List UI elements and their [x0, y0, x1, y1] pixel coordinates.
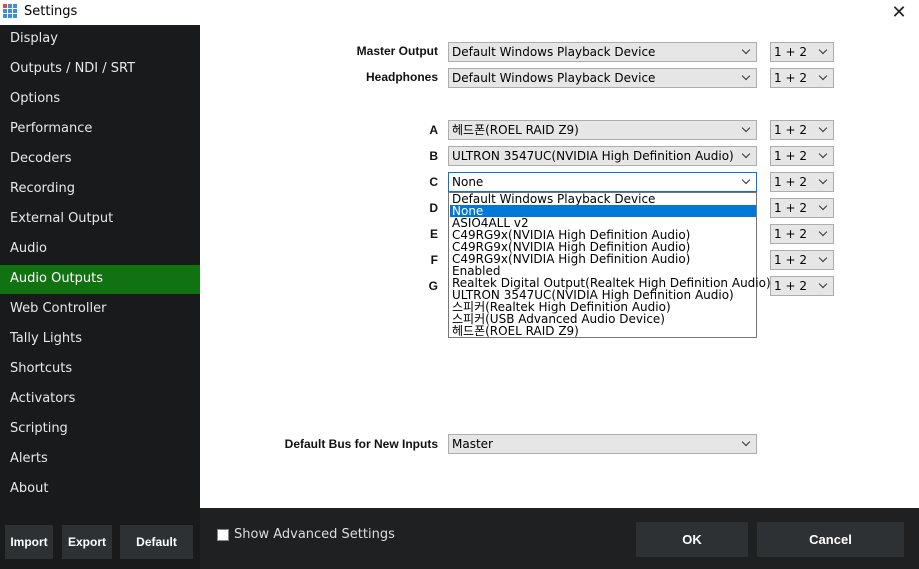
- sidebar-item-tally-lights[interactable]: Tally Lights: [0, 325, 200, 354]
- bus-a-label: A: [429, 123, 438, 137]
- sidebar-item-performance[interactable]: Performance: [0, 115, 200, 144]
- sidebar: Display Outputs / NDI / SRT Options Perf…: [0, 25, 200, 569]
- chevron-down-icon: [818, 199, 830, 217]
- sidebar-item-web-controller[interactable]: Web Controller: [0, 295, 200, 324]
- dropdown-option[interactable]: Default Windows Playback Device: [450, 193, 756, 205]
- bus-a-channels-value: 1 + 2: [774, 123, 807, 137]
- bus-c-channels-select[interactable]: 1 + 2: [770, 172, 834, 192]
- bus-b-channels-select[interactable]: 1 + 2: [770, 146, 834, 166]
- sidebar-item-shortcuts[interactable]: Shortcuts: [0, 355, 200, 384]
- sidebar-item-alerts[interactable]: Alerts: [0, 445, 200, 474]
- sidebar-item-outputs[interactable]: Outputs / NDI / SRT: [0, 55, 200, 84]
- bus-f-channels-select[interactable]: 1 + 2: [770, 250, 834, 270]
- show-advanced-label: Show Advanced Settings: [234, 527, 395, 542]
- bus-c-value: None: [452, 175, 484, 189]
- bus-c-channels-value: 1 + 2: [774, 175, 807, 189]
- chevron-down-icon: [741, 121, 753, 139]
- chevron-down-icon: [741, 43, 753, 61]
- ok-button[interactable]: OK: [636, 522, 748, 557]
- chevron-down-icon: [818, 121, 830, 139]
- dropdown-option[interactable]: 헤드폰(ROEL RAID Z9): [450, 325, 756, 337]
- bus-g-channels-select[interactable]: 1 + 2: [770, 276, 834, 296]
- sidebar-item-activators[interactable]: Activators: [0, 385, 200, 414]
- master-output-label: Master Output: [356, 44, 438, 58]
- bus-e-label: E: [429, 227, 438, 241]
- bus-b-channels-value: 1 + 2: [774, 149, 807, 163]
- sidebar-item-scripting[interactable]: Scripting: [0, 415, 200, 444]
- bus-g-channels-value: 1 + 2: [774, 279, 807, 293]
- bus-a-select[interactable]: 헤드폰(ROEL RAID Z9): [448, 120, 757, 140]
- headphones-channels-value: 1 + 2: [774, 71, 807, 85]
- settings-window: Settings ✕ Display Outputs / NDI / SRT O…: [0, 0, 919, 569]
- title-bar: Settings ✕: [0, 0, 919, 25]
- bus-a-value: 헤드폰(ROEL RAID Z9): [452, 123, 579, 137]
- bus-c-select[interactable]: None: [448, 172, 757, 192]
- chevron-down-icon: [818, 277, 830, 295]
- bus-c-label: C: [429, 175, 438, 189]
- sidebar-item-display[interactable]: Display: [0, 25, 200, 54]
- master-output-select[interactable]: Default Windows Playback Device: [448, 42, 757, 62]
- headphones-value: Default Windows Playback Device: [452, 71, 656, 85]
- sidebar-item-audio-outputs[interactable]: Audio Outputs: [0, 265, 200, 294]
- headphones-channels-select[interactable]: 1 + 2: [770, 68, 834, 88]
- cancel-button[interactable]: Cancel: [757, 522, 904, 557]
- bus-d-channels-value: 1 + 2: [774, 201, 807, 215]
- chevron-down-icon: [741, 435, 753, 453]
- default-bus-value: Master: [452, 437, 493, 451]
- bus-g-label: G: [428, 279, 438, 293]
- sidebar-item-about[interactable]: About: [0, 475, 200, 504]
- bus-b-select[interactable]: ULTRON 3547UC(NVIDIA High Definition Aud…: [448, 146, 757, 166]
- master-channels-value: 1 + 2: [774, 45, 807, 59]
- sidebar-item-recording[interactable]: Recording: [0, 175, 200, 204]
- bus-e-channels-value: 1 + 2: [774, 227, 807, 241]
- master-channels-select[interactable]: 1 + 2: [770, 42, 834, 62]
- chevron-down-icon: [741, 69, 753, 87]
- import-button[interactable]: Import: [5, 525, 53, 559]
- sidebar-item-options[interactable]: Options: [0, 85, 200, 114]
- close-icon[interactable]: ✕: [879, 0, 919, 25]
- headphones-label: Headphones: [365, 70, 438, 84]
- chevron-down-icon: [818, 147, 830, 165]
- bus-f-label: F: [430, 253, 438, 267]
- chevron-down-icon: [818, 225, 830, 243]
- sidebar-item-external-output[interactable]: External Output: [0, 205, 200, 234]
- bus-b-value: ULTRON 3547UC(NVIDIA High Definition Aud…: [452, 149, 734, 163]
- master-output-value: Default Windows Playback Device: [452, 45, 656, 59]
- chevron-down-icon: [741, 173, 753, 191]
- bus-a-channels-select[interactable]: 1 + 2: [770, 120, 834, 140]
- show-advanced-checkbox[interactable]: [217, 529, 229, 541]
- bus-f-channels-value: 1 + 2: [774, 253, 807, 267]
- bus-e-channels-select[interactable]: 1 + 2: [770, 224, 834, 244]
- bus-d-label: D: [429, 201, 438, 215]
- chevron-down-icon: [818, 173, 830, 191]
- chevron-down-icon: [818, 43, 830, 61]
- bus-d-channels-select[interactable]: 1 + 2: [770, 198, 834, 218]
- chevron-down-icon: [818, 251, 830, 269]
- app-grid-icon: [3, 4, 19, 20]
- bus-b-label: B: [429, 149, 438, 163]
- headphones-select[interactable]: Default Windows Playback Device: [448, 68, 757, 88]
- sidebar-item-decoders[interactable]: Decoders: [0, 145, 200, 174]
- default-bus-label: Default Bus for New Inputs: [284, 437, 438, 451]
- bus-c-dropdown-list: Default Windows Playback Device None ASI…: [448, 192, 771, 338]
- chevron-down-icon: [818, 69, 830, 87]
- default-bus-select[interactable]: Master: [448, 434, 757, 454]
- window-title: Settings: [24, 4, 78, 19]
- chevron-down-icon: [741, 147, 753, 165]
- sidebar-item-audio[interactable]: Audio: [0, 235, 200, 264]
- default-button[interactable]: Default: [120, 525, 193, 559]
- export-button[interactable]: Export: [62, 525, 112, 559]
